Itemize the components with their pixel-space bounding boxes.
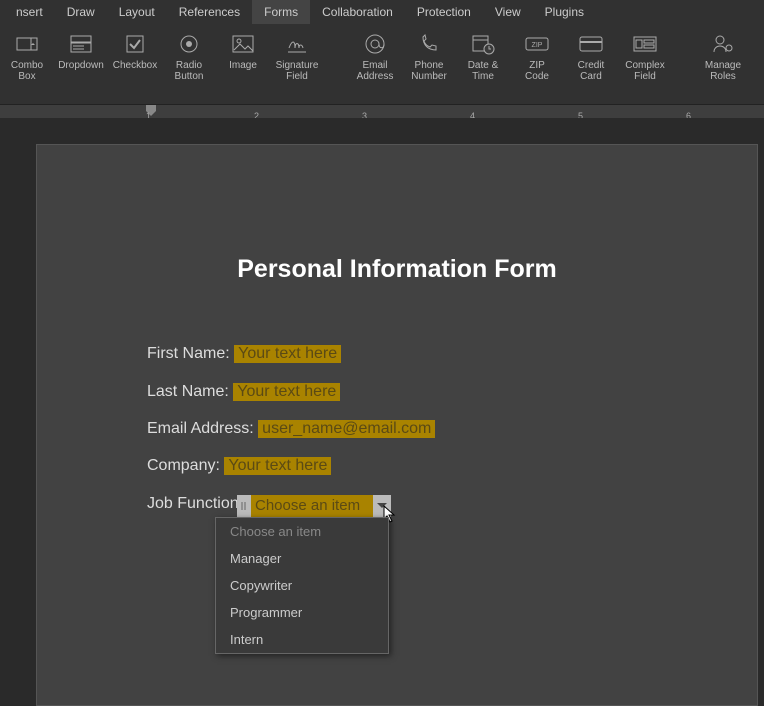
calendar-clock-icon — [471, 32, 495, 56]
menu-collaboration[interactable]: Collaboration — [310, 0, 405, 24]
chevron-down-icon — [377, 503, 387, 509]
radio-button-button[interactable]: RadioButton — [162, 28, 216, 82]
radio-icon — [177, 32, 201, 56]
image-button[interactable]: Image — [216, 28, 270, 82]
job-function-value[interactable]: Choose an item — [251, 495, 373, 517]
last-name-label: Last Name: — [147, 383, 229, 400]
checkbox-button[interactable]: Checkbox — [108, 28, 162, 82]
last-name-field[interactable]: Your text here — [233, 383, 340, 401]
toolbar-label: ZIPCode — [523, 60, 551, 82]
dropdown-icon — [69, 32, 93, 56]
toolbar-label: SignatureField — [274, 60, 321, 82]
job-function-row: Job Function: — [147, 495, 243, 513]
combo-arrow-button[interactable] — [373, 495, 391, 517]
dropdown-option-intern[interactable]: Intern — [216, 626, 388, 653]
dropdown-button[interactable]: Dropdown — [54, 28, 108, 82]
toolbar-label: ManageRoles — [703, 60, 743, 82]
menu-references[interactable]: References — [167, 0, 252, 24]
menu-layout[interactable]: Layout — [107, 0, 167, 24]
svg-text:ZIP: ZIP — [532, 42, 543, 49]
document-page[interactable]: Personal Information Form First Name: Yo… — [36, 144, 758, 706]
toolbar-label: CreditCard — [576, 60, 607, 82]
menu-protection[interactable]: Protection — [405, 0, 483, 24]
toolbar-label: ComplexField — [623, 60, 666, 82]
credit-card-icon — [579, 32, 603, 56]
toolbar-label: PhoneNumber — [409, 60, 449, 82]
toolbar-label: Checkbox — [111, 60, 159, 71]
document-canvas[interactable]: Personal Information Form First Name: Yo… — [0, 118, 764, 700]
date-time-button[interactable]: Date &Time — [456, 28, 510, 82]
combo-drag-handle-icon[interactable] — [237, 495, 251, 517]
menu-insert[interactable]: nsert — [4, 0, 55, 24]
combo-box-icon — [15, 32, 39, 56]
toolbar-label: EmailAddress — [355, 60, 396, 82]
credit-card-button[interactable]: CreditCard — [564, 28, 618, 82]
dropdown-option-programmer[interactable]: Programmer — [216, 599, 388, 626]
job-function-dropdown-list[interactable]: Choose an item Manager Copywriter Progra… — [215, 517, 389, 654]
toolbar-label: Date &Time — [466, 60, 501, 82]
dropdown-option-manager[interactable]: Manager — [216, 545, 388, 572]
signature-field-button[interactable]: SignatureField — [270, 28, 324, 82]
first-name-label: First Name: — [147, 345, 230, 362]
email-label: Email Address: — [147, 420, 254, 437]
company-label: Company: — [147, 457, 220, 474]
first-name-row: First Name: Your text here — [147, 345, 341, 363]
signature-icon — [285, 32, 309, 56]
menubar: nsert Draw Layout References Forms Colla… — [0, 0, 764, 24]
job-function-combobox[interactable]: Choose an item — [237, 495, 391, 517]
zip-code-button[interactable]: ZIP ZIPCode — [510, 28, 564, 82]
menu-plugins[interactable]: Plugins — [533, 0, 596, 24]
phone-number-button[interactable]: PhoneNumber — [402, 28, 456, 82]
page-title: Personal Information Form — [37, 255, 757, 284]
manage-roles-button[interactable]: ManageRoles — [696, 28, 750, 82]
toolbar-label: RadioButton — [173, 60, 206, 82]
toolbar-label: Dropdown — [56, 60, 106, 71]
company-field[interactable]: Your text here — [224, 457, 331, 475]
last-name-row: Last Name: Your text here — [147, 383, 340, 401]
first-name-field[interactable]: Your text here — [234, 345, 341, 363]
email-row: Email Address: user_name@email.com — [147, 420, 435, 438]
zip-icon: ZIP — [525, 32, 549, 56]
menu-view[interactable]: View — [483, 0, 533, 24]
toolbar-label: ComboBox — [9, 60, 45, 82]
image-icon — [231, 32, 255, 56]
combo-box-button[interactable]: ComboBox — [0, 28, 54, 82]
users-gear-icon — [711, 32, 735, 56]
job-function-label: Job Function: — [147, 495, 243, 512]
at-sign-icon — [363, 32, 387, 56]
company-row: Company: Your text here — [147, 457, 331, 475]
ribbon-toolbar: ComboBox Dropdown Checkbox RadioButton I… — [0, 24, 764, 105]
dropdown-option-copywriter[interactable]: Copywriter — [216, 572, 388, 599]
email-field[interactable]: user_name@email.com — [258, 420, 435, 438]
menu-draw[interactable]: Draw — [55, 0, 107, 24]
toolbar-label: Image — [227, 60, 259, 71]
dropdown-option-placeholder[interactable]: Choose an item — [216, 518, 388, 545]
menu-forms[interactable]: Forms — [252, 0, 310, 24]
checkbox-icon — [123, 32, 147, 56]
phone-icon — [417, 32, 441, 56]
complex-field-button[interactable]: ComplexField — [618, 28, 672, 82]
complex-field-icon — [633, 32, 657, 56]
email-address-button[interactable]: EmailAddress — [348, 28, 402, 82]
